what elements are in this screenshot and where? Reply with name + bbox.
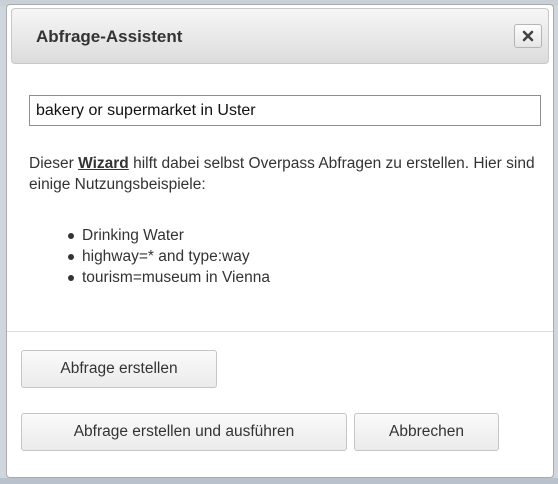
create-query-button[interactable]: Abfrage erstellen xyxy=(21,350,217,388)
list-item: highway=* and type:way xyxy=(68,246,270,267)
list-item: Drinking Water xyxy=(68,225,270,246)
dialog-titlebar[interactable]: Abfrage-Assistent xyxy=(11,8,549,64)
wizard-link[interactable]: Wizard xyxy=(78,155,129,172)
button-pane-divider xyxy=(7,331,553,332)
query-input[interactable] xyxy=(29,95,541,126)
list-item: tourism=museum in Vienna xyxy=(68,267,270,288)
close-button[interactable] xyxy=(514,24,542,48)
dialog-title: Abfrage-Assistent xyxy=(36,27,183,46)
cancel-button[interactable]: Abbrechen xyxy=(354,413,499,451)
examples-list: Drinking Water highway=* and type:way to… xyxy=(68,225,270,288)
close-icon xyxy=(522,30,534,42)
background-bottom xyxy=(0,478,558,484)
query-wizard-dialog: Abfrage-Assistent Dieser Wizard hilft da… xyxy=(6,4,554,478)
intro-text: Dieser Wizard hilft dabei selbst Overpas… xyxy=(29,153,549,195)
intro-prefix: Dieser xyxy=(29,155,79,172)
create-and-run-button[interactable]: Abfrage erstellen und ausführen xyxy=(21,413,347,451)
